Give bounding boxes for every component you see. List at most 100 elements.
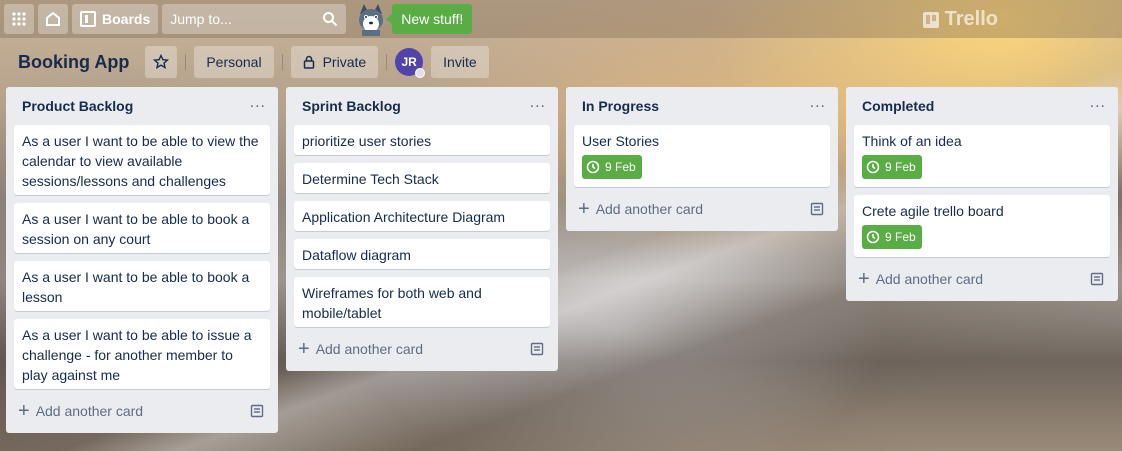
list-sprint-backlog[interactable]: Sprint Backlog ... prioritize user stori… xyxy=(286,87,558,371)
list-card[interactable]: Wireframes for both web and mobile/table… xyxy=(294,277,550,327)
add-card-button[interactable]: + Add another card xyxy=(294,335,550,363)
card-title: As a user I want to be able to book a se… xyxy=(22,211,250,247)
list-card[interactable]: Dataflow diagram xyxy=(294,239,550,269)
card-template-icon[interactable] xyxy=(530,342,544,356)
add-card-link: + Add another card xyxy=(18,400,144,422)
card-title: As a user I want to be able to book a le… xyxy=(22,269,250,305)
card-title: As a user I want to be able to view the … xyxy=(22,133,259,189)
list-title[interactable]: In Progress xyxy=(582,98,659,114)
list-card[interactable]: prioritize user stories xyxy=(294,125,550,155)
board-title[interactable]: Booking App xyxy=(8,52,139,73)
list-header: In Progress ... xyxy=(574,87,830,125)
card-title: prioritize user stories xyxy=(302,133,432,149)
add-card-label: Add another card xyxy=(315,341,424,357)
search-placeholder: Jump to... xyxy=(170,11,232,27)
top-navigation-bar: Boards Jump to... New stuff! Trello xyxy=(0,0,1122,38)
add-card-link: + Add another card xyxy=(578,198,704,220)
more-options-icon[interactable]: ... xyxy=(1090,95,1106,114)
list-product-backlog[interactable]: Product Backlog ... As a user I want to … xyxy=(6,87,278,433)
list-card[interactable]: As a user I want to be able to book a se… xyxy=(14,203,270,253)
clock-icon xyxy=(866,160,880,174)
invite-button[interactable]: Invite xyxy=(431,46,489,78)
more-options-icon[interactable]: ... xyxy=(810,95,826,114)
plus-icon: + xyxy=(298,338,310,360)
home-icon xyxy=(46,11,60,26)
team-visibility-button[interactable]: Personal xyxy=(194,46,274,78)
card-title: User Stories xyxy=(582,133,660,149)
due-date-badge[interactable]: 9 Feb xyxy=(582,155,642,179)
list-card[interactable]: As a user I want to be able to issue a c… xyxy=(14,319,270,389)
list-card[interactable]: Application Architecture Diagram xyxy=(294,201,550,231)
star-icon xyxy=(153,54,170,70)
list-card[interactable]: Think of an idea 9 Feb xyxy=(854,125,1110,187)
taco-mascot-icon[interactable] xyxy=(354,2,388,36)
list-card[interactable]: Determine Tech Stack xyxy=(294,163,550,193)
admin-badge-icon xyxy=(415,68,426,78)
card-title: Wireframes for both web and mobile/table… xyxy=(302,285,482,321)
more-options-icon[interactable]: ... xyxy=(250,95,266,114)
lock-icon xyxy=(303,55,314,69)
add-card-button[interactable]: + Add another card xyxy=(854,265,1110,293)
add-card-label: Add another card xyxy=(595,201,704,217)
card-title: Application Architecture Diagram xyxy=(302,209,506,225)
list-card[interactable]: Crete agile trello board 9 Feb xyxy=(854,195,1110,257)
list-title[interactable]: Product Backlog xyxy=(22,98,133,114)
plus-icon: + xyxy=(578,198,590,220)
trello-logo-text: Trello xyxy=(944,8,998,30)
list-header: Product Backlog ... xyxy=(14,87,270,125)
due-date-label: 9 Feb xyxy=(605,160,636,174)
list-header: Sprint Backlog ... xyxy=(294,87,550,125)
card-title: Crete agile trello board xyxy=(862,203,1004,219)
card-template-icon[interactable] xyxy=(810,202,824,216)
search-input[interactable]: Jump to... xyxy=(162,4,347,34)
star-board-button[interactable] xyxy=(145,46,178,78)
list-card[interactable]: As a user I want to be able to book a le… xyxy=(14,261,270,311)
list-card[interactable]: As a user I want to be able to view the … xyxy=(14,125,270,195)
home-button[interactable] xyxy=(38,4,68,34)
clock-icon xyxy=(586,160,600,174)
new-stuff-button[interactable]: New stuff! xyxy=(386,4,473,34)
app-switcher-button[interactable] xyxy=(4,4,34,34)
add-card-button[interactable]: + Add another card xyxy=(574,195,830,223)
header-divider xyxy=(281,54,283,70)
new-stuff-label: New stuff! xyxy=(401,11,464,27)
avatar[interactable]: JR xyxy=(395,48,426,78)
due-date-label: 9 Feb xyxy=(885,230,916,244)
privacy-button[interactable]: Private xyxy=(290,46,379,78)
boards-button[interactable]: Boards xyxy=(72,4,159,34)
add-card-label: Add another card xyxy=(35,403,144,419)
list-title[interactable]: Completed xyxy=(862,98,934,114)
boards-label: Boards xyxy=(102,11,151,27)
grid-icon xyxy=(12,12,26,26)
list-title[interactable]: Sprint Backlog xyxy=(302,98,401,114)
header-divider xyxy=(185,54,187,70)
plus-icon: + xyxy=(858,268,870,290)
card-template-icon[interactable] xyxy=(1090,272,1104,286)
plus-icon: + xyxy=(18,400,30,422)
search-icon xyxy=(323,12,338,27)
add-card-link: + Add another card xyxy=(858,268,984,290)
list-completed[interactable]: Completed ... Think of an idea 9 Feb Cre… xyxy=(846,87,1118,301)
card-template-icon[interactable] xyxy=(250,404,264,418)
add-card-label: Add another card xyxy=(875,271,984,287)
board-lists: Product Backlog ... As a user I want to … xyxy=(6,87,1122,433)
more-options-icon[interactable]: ... xyxy=(530,95,546,114)
due-date-label: 9 Feb xyxy=(885,160,916,174)
board-header: Booking App Personal Private JR Invite xyxy=(0,38,1122,86)
trello-logo-icon xyxy=(922,11,939,28)
list-card[interactable]: User Stories 9 Feb xyxy=(574,125,830,187)
list-header: Completed ... xyxy=(854,87,1110,125)
clock-icon xyxy=(866,230,880,244)
avatar-initials: JR xyxy=(401,55,417,69)
due-date-badge[interactable]: 9 Feb xyxy=(862,225,922,249)
card-title: Think of an idea xyxy=(862,133,962,149)
card-title: Dataflow diagram xyxy=(302,247,411,263)
list-in-progress[interactable]: In Progress ... User Stories 9 Feb + Add… xyxy=(566,87,838,231)
add-card-button[interactable]: + Add another card xyxy=(14,397,270,425)
team-visibility-label: Personal xyxy=(206,54,262,70)
due-date-badge[interactable]: 9 Feb xyxy=(862,155,922,179)
trello-logo[interactable]: Trello xyxy=(922,8,998,31)
header-divider xyxy=(386,54,388,70)
add-card-link: + Add another card xyxy=(298,338,424,360)
privacy-label: Private xyxy=(322,54,367,70)
